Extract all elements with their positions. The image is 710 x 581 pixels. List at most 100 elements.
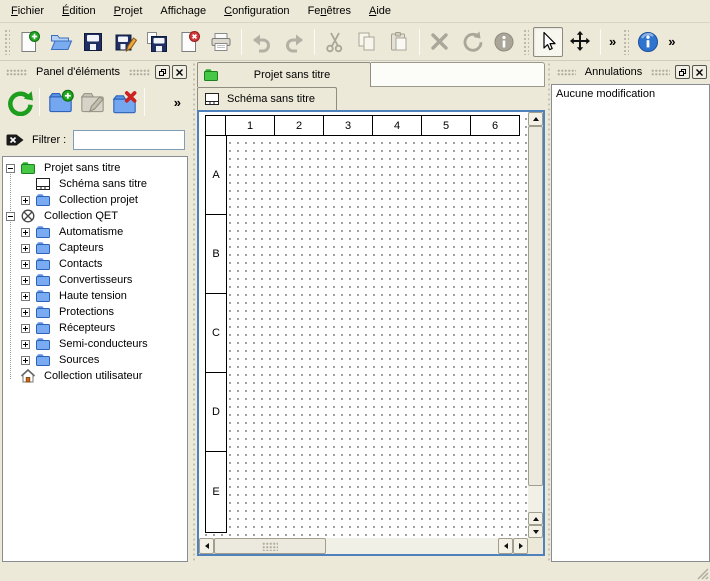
menu-projet[interactable]: Projet [105, 2, 152, 20]
menu-affichage[interactable]: Affichage [151, 2, 215, 20]
menu-configuration[interactable]: Configuration [215, 2, 298, 20]
vertical-scroll-thumb[interactable] [528, 126, 543, 486]
expand-expander-icon[interactable] [21, 308, 30, 317]
dock-handle-dots[interactable] [557, 69, 576, 76]
home-icon [20, 368, 36, 384]
diagram-canvas[interactable]: 123456 ABCDE [199, 112, 528, 538]
filter-input[interactable] [73, 130, 185, 150]
schema-icon [35, 176, 51, 192]
about-qet-button[interactable] [633, 27, 663, 57]
close-panel-button[interactable] [692, 65, 707, 79]
expand-expander-icon[interactable] [21, 356, 30, 365]
new-category-button[interactable] [44, 86, 76, 118]
tree-item-label: Sources [59, 354, 99, 366]
tree-item-collection-qet[interactable]: Collection QET [3, 208, 187, 224]
tree-item-recepteurs[interactable]: Récepteurs [3, 320, 187, 336]
toolbar-overflow-chevron[interactable]: » [664, 34, 679, 49]
collapse-expander-icon[interactable] [6, 164, 15, 173]
horizontal-scroll-track[interactable] [214, 538, 498, 554]
column-header-3: 3 [324, 116, 373, 135]
scroll-up-button[interactable] [528, 112, 543, 126]
tree-item-label: Collection QET [44, 210, 118, 222]
tree-item-semi-conducteurs[interactable]: Semi-conducteurs [3, 336, 187, 352]
splitter-left[interactable] [190, 62, 197, 562]
tree-item-protections[interactable]: Protections [3, 304, 187, 320]
expand-expander-icon[interactable] [21, 228, 30, 237]
tree-item-contacts[interactable]: Contacts [3, 256, 187, 272]
dock-handle-dots[interactable] [6, 69, 27, 76]
expand-expander-icon[interactable] [21, 340, 30, 349]
toolbar-drag-handle[interactable] [623, 29, 629, 55]
undo-list-item[interactable]: Aucune modification [554, 86, 707, 102]
close-panel-button[interactable] [172, 65, 187, 79]
cut-button[interactable] [320, 27, 350, 57]
collapse-expander-icon[interactable] [6, 212, 15, 221]
expand-expander-icon[interactable] [21, 292, 30, 301]
horizontal-scroll-thumb[interactable] [214, 538, 326, 554]
redo-button[interactable] [279, 27, 309, 57]
float-panel-button[interactable] [675, 65, 690, 79]
resize-grip[interactable] [696, 567, 709, 580]
menu-fichier[interactable]: Fichier [2, 2, 53, 20]
scroll-left-button-2[interactable] [498, 538, 513, 554]
rotate-button[interactable] [457, 27, 487, 57]
tree-item-sources[interactable]: Sources [3, 352, 187, 368]
toolbar-drag-handle[interactable] [523, 29, 529, 55]
menu-edition[interactable]: Édition [53, 2, 105, 20]
toolbar-overflow-chevron[interactable]: » [605, 34, 620, 49]
horizontal-scrollbar[interactable] [199, 538, 528, 554]
toolbar-overflow-chevron[interactable]: » [168, 95, 187, 110]
vertical-scrollbar[interactable] [528, 112, 543, 538]
scroll-up-button-2[interactable] [528, 512, 543, 525]
tab-schema[interactable]: Schéma sans titre [197, 87, 337, 110]
save-as-button[interactable] [110, 27, 140, 57]
paste-button[interactable] [384, 27, 414, 57]
menu-fenetres[interactable]: Fenêtres [299, 2, 360, 20]
undo-button[interactable] [247, 27, 277, 57]
delete-button[interactable] [425, 27, 455, 57]
tree-item-automatisme[interactable]: Automatisme [3, 224, 187, 240]
new-document-button[interactable] [14, 27, 44, 57]
green-folder-icon [20, 160, 36, 176]
clear-filter-button[interactable] [5, 130, 25, 150]
collections-tree[interactable]: Projet sans titreSchéma sans titreCollec… [2, 156, 188, 562]
tree-item-projet-sans-titre[interactable]: Projet sans titre [3, 160, 187, 176]
close-document-button[interactable] [174, 27, 204, 57]
print-button[interactable] [206, 27, 236, 57]
float-panel-button[interactable] [155, 65, 170, 79]
copy-button[interactable] [352, 27, 382, 57]
tree-item-capteurs[interactable]: Capteurs [3, 240, 187, 256]
menu-aide[interactable]: Aide [360, 2, 400, 20]
scroll-left-button[interactable] [199, 538, 214, 554]
tab-project[interactable]: Projet sans titre [197, 62, 371, 87]
select-mode-button[interactable] [533, 27, 563, 57]
dock-handle-dots[interactable] [651, 69, 670, 76]
save-all-button[interactable] [142, 27, 172, 57]
float-icon [678, 68, 687, 77]
open-document-button[interactable] [46, 27, 76, 57]
tree-item-haute-tension[interactable]: Haute tension [3, 288, 187, 304]
save-button[interactable] [78, 27, 108, 57]
tree-item-convertisseurs[interactable]: Convertisseurs [3, 272, 187, 288]
reload-collections-button[interactable] [3, 86, 35, 118]
scroll-down-button[interactable] [528, 525, 543, 538]
toolbar-separator [241, 29, 242, 55]
tree-item-schema-sans-titre[interactable]: Schéma sans titre [3, 176, 187, 192]
expand-expander-icon[interactable] [21, 196, 30, 205]
tree-item-collection-projet[interactable]: Collection projet [3, 192, 187, 208]
edit-category-button[interactable] [76, 86, 108, 118]
toolbar-drag-handle[interactable] [4, 29, 10, 55]
expand-expander-icon[interactable] [21, 324, 30, 333]
scroll-mode-button[interactable] [565, 27, 595, 57]
delete-category-button[interactable] [108, 86, 140, 118]
dock-handle-dots[interactable] [129, 69, 150, 76]
expand-expander-icon[interactable] [21, 260, 30, 269]
object-info-button[interactable] [489, 27, 519, 57]
elements-panel-title: Panel d'éléments [30, 66, 126, 78]
scroll-right-button[interactable] [513, 538, 528, 554]
blue-folder-icon [35, 272, 51, 288]
expand-expander-icon[interactable] [21, 276, 30, 285]
tree-item-collection-utilisateur[interactable]: Collection utilisateur [3, 368, 187, 384]
vertical-scroll-track[interactable] [528, 126, 543, 512]
expand-expander-icon[interactable] [21, 244, 30, 253]
